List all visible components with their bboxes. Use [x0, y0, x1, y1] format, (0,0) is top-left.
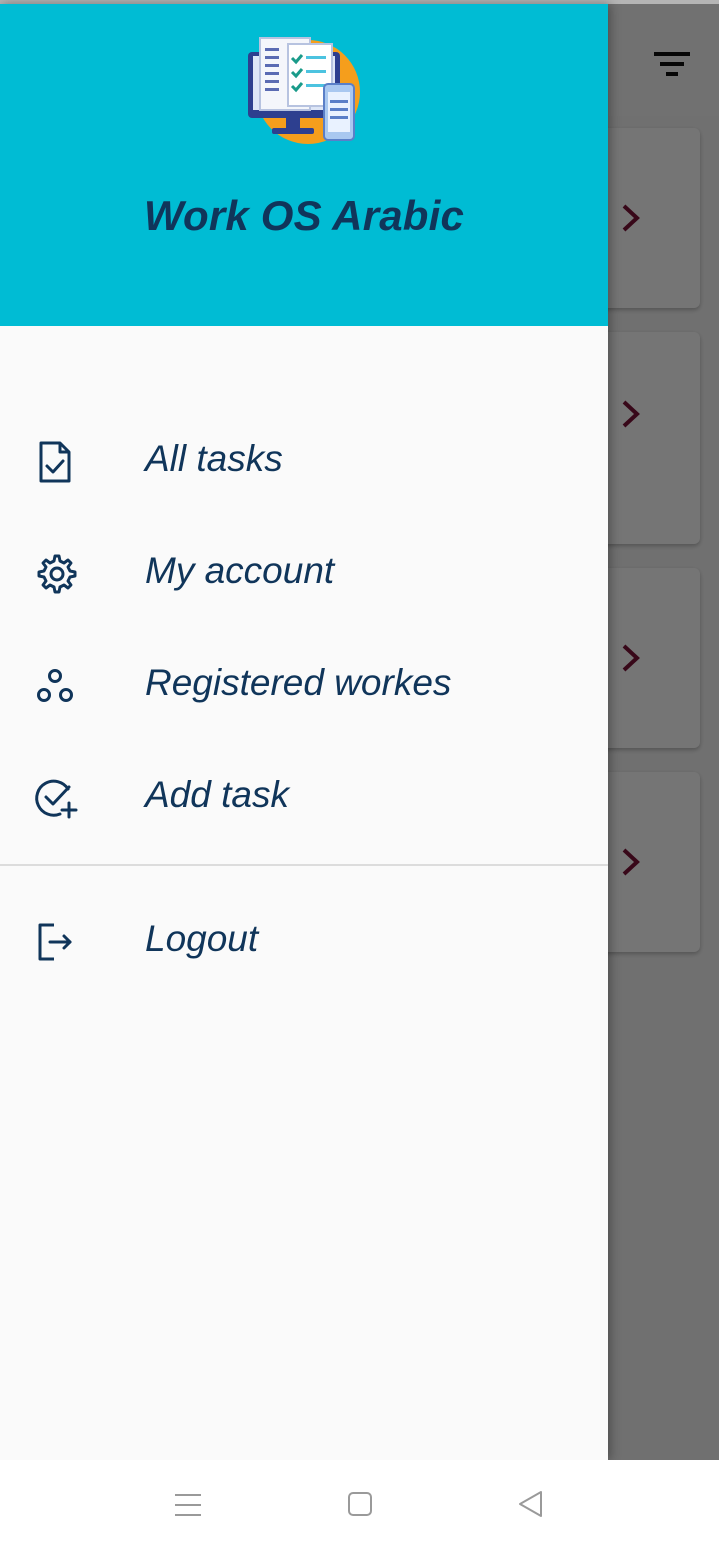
system-navigation-bar — [0, 1460, 719, 1548]
menu-item-label: Logout — [145, 918, 259, 959]
menu-item-label: All tasks — [145, 438, 283, 479]
task-document-icon — [39, 441, 71, 483]
menu-item-add-task[interactable]: Add task — [0, 746, 608, 846]
workers-icon — [37, 669, 73, 702]
menu-icon[interactable] — [171, 1488, 205, 1522]
app-logo — [248, 37, 360, 144]
drawer-header: Work OS Arabic — [0, 4, 608, 326]
navigation-drawer: Work OS Arabic All tasks My account Regi… — [0, 4, 608, 1460]
menu-item-my-account[interactable]: My account — [0, 522, 608, 622]
menu-item-all-tasks[interactable]: All tasks — [0, 410, 608, 510]
screen: Work OS Arabic All tasks My account Regi… — [0, 0, 719, 1548]
menu-item-label: My account — [145, 550, 335, 591]
back-icon[interactable] — [514, 1488, 548, 1522]
menu-item-label: Registered workes — [145, 662, 452, 703]
gear-icon — [37, 554, 77, 594]
menu-item-logout[interactable]: Logout — [0, 890, 608, 990]
logout-icon — [38, 923, 72, 961]
menu-item-registered-workers[interactable]: Registered workes — [0, 634, 608, 734]
menu-divider — [0, 864, 608, 866]
app-title: Work OS Arabic — [143, 192, 465, 239]
add-task-icon — [35, 779, 78, 819]
menu-item-label: Add task — [145, 774, 289, 815]
home-icon[interactable] — [343, 1488, 377, 1522]
